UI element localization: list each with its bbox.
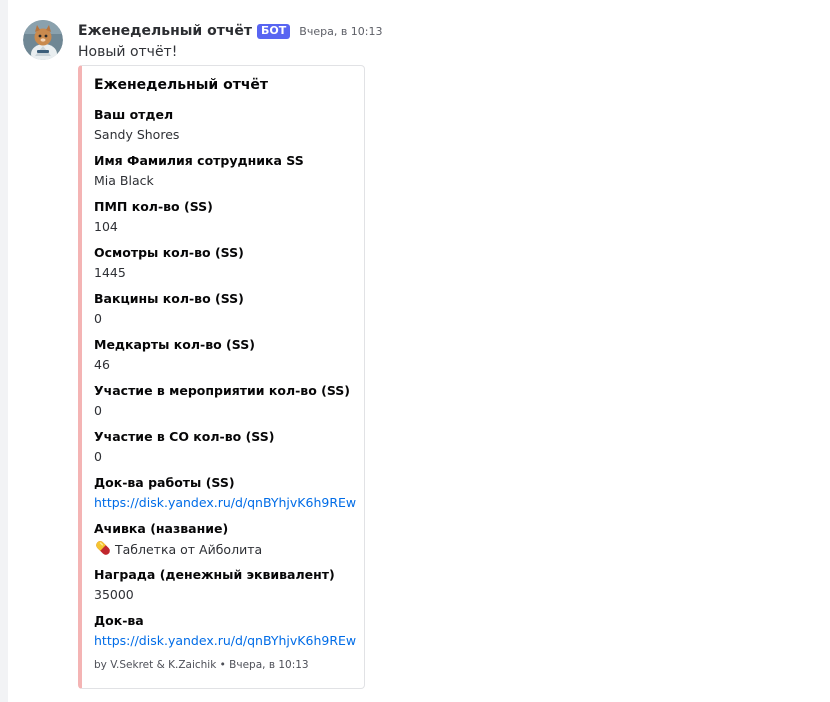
embed-field-pmp-count: ПМП кол-во (SS) 104 — [94, 197, 359, 237]
pill-icon — [94, 539, 112, 563]
field-name: Ачивка (название) — [94, 521, 229, 536]
field-value: 46 — [94, 357, 110, 372]
field-value: Sandy Shores — [94, 127, 180, 142]
embed-field-employee-name: Имя Фамилия сотрудника SS Mia Black — [94, 151, 359, 191]
field-value: 104 — [94, 219, 118, 234]
message-timestamp[interactable]: Вчера, в 10:13 — [299, 25, 382, 38]
field-value: 0 — [94, 311, 102, 326]
embed-field-vaccines-count: Вакцины кол-во (SS) 0 — [94, 289, 359, 329]
chat-message: Еженедельный отчёт БОТ Вчера, в 10:13 Но… — [0, 0, 830, 702]
field-value: 0 — [94, 449, 102, 464]
embed-field-event-participation: Участие в мероприятии кол-во (SS) 0 — [94, 381, 359, 421]
field-name: Ваш отдел — [94, 107, 174, 122]
embed-field-department: Ваш отдел Sandy Shores — [94, 105, 359, 145]
evidence-link[interactable]: https://disk.yandex.ru/d/qnBYhjvK6h9REw — [94, 631, 359, 651]
field-value: 35000 — [94, 587, 134, 602]
embed-footer: by V.Sekret & K.Zaichik • Вчера, в 10:13 — [94, 659, 309, 671]
field-name: Участие в мероприятии кол-во (SS) — [94, 383, 351, 398]
embed-field-evidence: Док-ва https://disk.yandex.ru/d/qnBYhjvK… — [94, 611, 359, 651]
field-name: Участие в СО кол-во (SS) — [94, 429, 275, 444]
field-name: Док-ва работы (SS) — [94, 475, 235, 490]
embed-field-achievement: Ачивка (название) Таблетка от Айболита — [94, 519, 359, 559]
field-value: 1445 — [94, 265, 126, 280]
author-name[interactable]: Еженедельный отчёт — [78, 23, 252, 39]
embed-field-medcards-count: Медкарты кол-во (SS) 46 — [94, 335, 359, 375]
embed-field-so-participation: Участие в СО кол-во (SS) 0 — [94, 427, 359, 467]
field-name: Осмотры кол-во (SS) — [94, 245, 244, 260]
field-value-achievement: Таблетка от Айболита — [94, 539, 359, 559]
field-value: 0 — [94, 403, 102, 418]
embed-field-checkups-count: Осмотры кол-во (SS) 1445 — [94, 243, 359, 283]
message-header: Еженедельный отчёт БОТ Вчера, в 10:13 — [78, 20, 383, 42]
embed-field-work-evidence: Док-ва работы (SS) https://disk.yandex.r… — [94, 473, 359, 513]
field-name: Док-ва — [94, 613, 144, 628]
report-embed: Еженедельный отчёт Ваш отдел Sandy Shore… — [78, 65, 365, 689]
field-value: Mia Black — [94, 173, 154, 188]
field-name: ПМП кол-во (SS) — [94, 199, 213, 214]
field-name: Медкарты кол-во (SS) — [94, 337, 255, 352]
embed-field-reward: Награда (денежный эквивалент) 35000 — [94, 565, 359, 605]
field-name: Имя Фамилия сотрудника SS — [94, 153, 304, 168]
bot-badge: БОТ — [257, 23, 291, 39]
bot-avatar[interactable] — [23, 20, 63, 60]
message-hover-strip — [0, 0, 8, 702]
work-evidence-link[interactable]: https://disk.yandex.ru/d/qnBYhjvK6h9REw — [94, 493, 359, 513]
message-content: Новый отчёт! — [78, 44, 178, 60]
field-name: Награда (денежный эквивалент) — [94, 567, 335, 582]
embed-title: Еженедельный отчёт — [94, 77, 269, 93]
achievement-name: Таблетка от Айболита — [115, 542, 263, 557]
field-name: Вакцины кол-во (SS) — [94, 291, 244, 306]
